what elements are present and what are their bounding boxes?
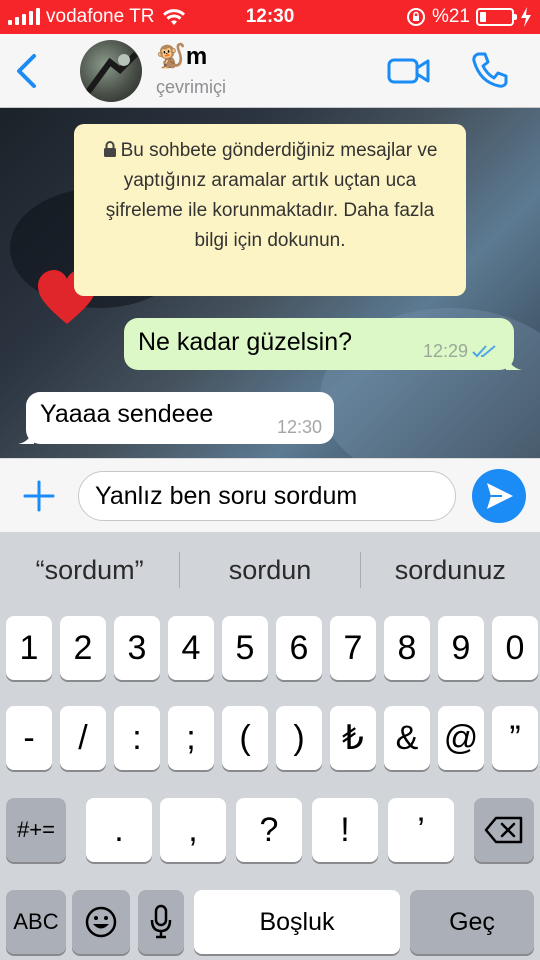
signal-icon [8,8,40,25]
message-incoming[interactable]: Yaaaa sendeee 12:30 [18,392,334,444]
battery-percent: %21 [431,6,470,27]
key[interactable]: ? [236,798,302,862]
read-receipt-icon [472,345,496,358]
chat-header: 🐒m çevrimiçi [0,34,540,108]
chat-area: Bu sohbete gönderdiğiniz mesajlar ve yap… [0,108,540,458]
message-outgoing[interactable]: Ne kadar güzelsin? 12:29 [124,318,522,370]
suggestion-item[interactable]: sordun [180,555,359,586]
phone-call-icon[interactable] [470,50,510,90]
message-time: 12:29 [422,341,468,361]
suggestion-item[interactable]: “sordum” [0,555,179,586]
key[interactable]: / [60,706,106,770]
space-key[interactable]: Boşluk [194,890,400,954]
charging-bolt-icon [521,7,531,27]
carrier-name: vodafone TR [46,6,155,27]
send-button[interactable] [472,469,526,523]
suggestion-item[interactable]: sordunuz [361,555,540,586]
lock-icon [103,141,116,157]
message-text: Ne kadar güzelsin? [138,328,353,356]
send-icon [487,483,513,509]
key[interactable]: 0 [492,616,538,680]
message-time: 12:30 [276,417,322,437]
key[interactable]: 7 [330,616,376,680]
backspace-key[interactable] [474,798,534,862]
key[interactable]: 5 [222,616,268,680]
key[interactable]: 2 [60,616,106,680]
backspace-icon [484,816,523,844]
key[interactable]: ! [312,798,378,862]
microphone-icon [150,904,172,939]
key[interactable]: 3 [114,616,160,680]
encryption-notice[interactable]: Bu sohbete gönderdiğiniz mesajlar ve yap… [74,124,466,296]
key[interactable]: @ [438,706,484,770]
key[interactable]: ; [168,706,214,770]
return-key[interactable]: Geç [410,890,534,954]
message-text: Yaaaa sendeee [40,400,214,428]
orientation-lock-icon [406,8,425,26]
key[interactable]: & [384,706,430,770]
key[interactable]: , [160,798,226,862]
bubble-tail [18,428,34,444]
key[interactable]: ₺ [330,706,376,770]
keyboard: #+= . , ? ! ’ ABC Boşluk Geç 1234567890 -… [0,608,540,960]
key[interactable]: 9 [438,616,484,680]
key[interactable]: 8 [384,616,430,680]
contact-name[interactable]: 🐒m [156,42,207,71]
video-call-icon[interactable] [386,54,432,88]
key-abc[interactable]: ABC [6,890,66,954]
predictive-suggestions: “sordum” sordun sordunuz [0,532,540,608]
avatar[interactable] [80,40,142,102]
emoji-key[interactable] [72,890,130,954]
battery-icon [476,8,517,26]
back-button[interactable] [12,52,42,90]
key[interactable]: - [6,706,52,770]
contact-status: çevrimiçi [156,77,226,97]
dictation-key[interactable] [138,890,184,954]
key[interactable]: 6 [276,616,322,680]
message-input[interactable]: Yanlız ben soru sordum [78,471,456,521]
key-symbols[interactable]: #+= [6,798,66,862]
key[interactable]: . [86,798,152,862]
emoji-icon [85,906,117,938]
plus-icon[interactable] [22,479,56,513]
key[interactable]: 1 [6,616,52,680]
status-bar: vodafone TR 12:30 %21 [0,0,540,34]
key[interactable]: ” [492,706,538,770]
key[interactable]: : [114,706,160,770]
key[interactable]: 4 [168,616,214,680]
key[interactable]: ’ [388,798,454,862]
key[interactable]: ) [276,706,322,770]
bubble-tail [506,354,522,370]
key[interactable]: ( [222,706,268,770]
input-bar: Yanlız ben soru sordum [0,458,540,532]
encryption-notice-text: Bu sohbete gönderdiğiniz mesajlar ve yap… [105,140,438,251]
wifi-icon [163,9,186,25]
